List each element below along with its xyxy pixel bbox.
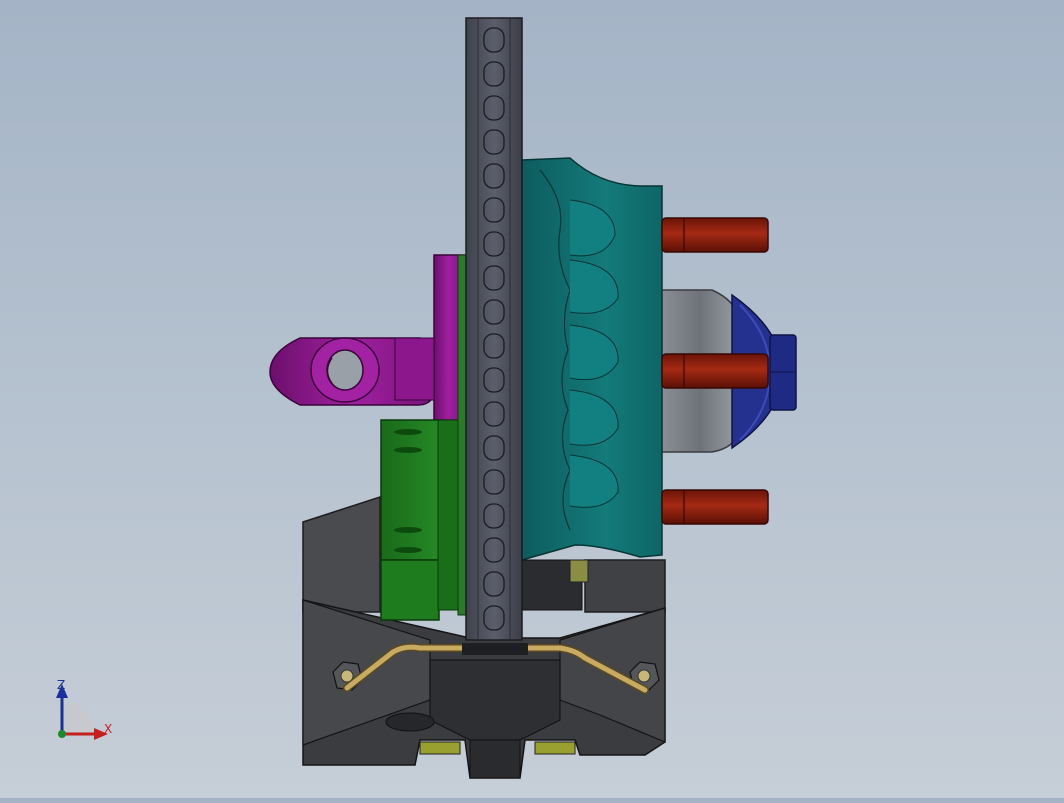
caliper-pins [661,217,769,525]
brake-assembly-model [269,17,797,779]
coordinate-triad-icon: Z X [40,672,130,752]
triad-z-label: Z [57,678,66,692]
brake-rotor [465,17,523,641]
brake-caliper [521,157,663,611]
mounting-bracket [269,254,465,421]
cad-viewport[interactable]: Z X [0,0,1064,798]
triad-x-label: X [104,722,113,736]
